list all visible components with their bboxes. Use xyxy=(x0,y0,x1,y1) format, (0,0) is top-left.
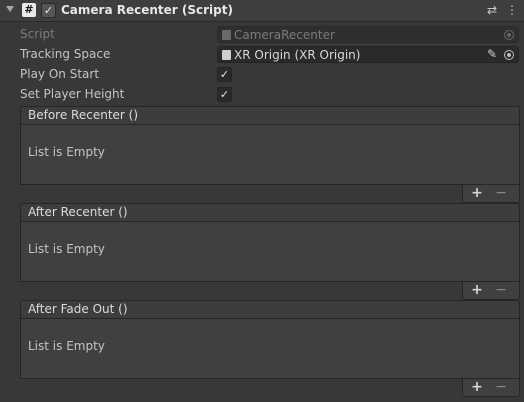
script-file-icon xyxy=(222,30,231,40)
remove-icon[interactable]: − xyxy=(493,282,509,298)
play-on-start-label: Play On Start xyxy=(20,67,100,81)
event-title: After Recenter () xyxy=(28,205,128,219)
foldout-arrow-icon[interactable] xyxy=(6,6,14,12)
add-icon[interactable]: + xyxy=(469,185,485,201)
event-footer: + − xyxy=(462,185,520,203)
list-empty-text: List is Empty xyxy=(28,145,105,159)
event-title: After Fade Out () xyxy=(28,302,128,316)
event-header: Before Recenter () xyxy=(20,106,520,124)
add-icon[interactable]: + xyxy=(469,379,485,395)
object-picker-icon[interactable] xyxy=(504,50,514,60)
object-picker-icon xyxy=(504,30,514,40)
event-list: List is Empty xyxy=(20,221,520,282)
remove-icon[interactable]: − xyxy=(493,185,509,201)
edit-pen-icon[interactable]: ✎ xyxy=(487,47,497,62)
script-label: Script xyxy=(20,27,55,41)
tracking-space-field[interactable]: XR Origin (XR Origin) ✎ xyxy=(217,46,519,63)
component-header[interactable]: # ✓ Camera Recenter (Script) ⇄ ⋮ xyxy=(0,0,524,22)
script-icon: # xyxy=(22,3,36,17)
list-empty-text: List is Empty xyxy=(28,242,105,256)
set-player-height-checkbox[interactable]: ✓ xyxy=(217,87,232,102)
event-title: Before Recenter () xyxy=(28,108,139,122)
script-field: CameraRecenter xyxy=(217,26,519,43)
event-header: After Recenter () xyxy=(20,203,520,221)
event-header: After Fade Out () xyxy=(20,300,520,318)
tracking-space-value: XR Origin (XR Origin) xyxy=(234,48,361,62)
event-footer: + − xyxy=(462,282,520,300)
component-title: Camera Recenter (Script) xyxy=(61,3,233,17)
component-enabled-checkbox[interactable]: ✓ xyxy=(41,3,56,18)
gameobject-icon xyxy=(222,50,231,60)
presets-icon[interactable]: ⇄ xyxy=(484,2,500,18)
event-footer: + − xyxy=(462,379,520,397)
script-field-value: CameraRecenter xyxy=(234,28,335,42)
set-player-height-label: Set Player Height xyxy=(20,87,125,101)
context-menu-icon[interactable]: ⋮ xyxy=(504,2,520,18)
play-on-start-checkbox[interactable]: ✓ xyxy=(217,67,232,82)
tracking-space-label: Tracking Space xyxy=(20,47,111,61)
event-list: List is Empty xyxy=(20,318,520,379)
add-icon[interactable]: + xyxy=(469,282,485,298)
remove-icon[interactable]: − xyxy=(493,379,509,395)
list-empty-text: List is Empty xyxy=(28,339,105,353)
event-list: List is Empty xyxy=(20,124,520,185)
